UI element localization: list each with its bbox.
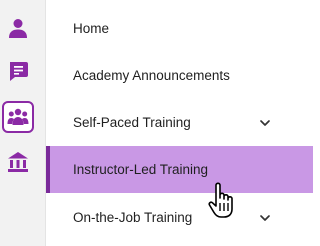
menu-item-label: Home [73,21,110,36]
institution-button[interactable] [2,146,34,178]
messages-button[interactable] [2,55,34,87]
hand-pointer-cursor-icon [208,182,233,218]
menu-item-label: Academy Announcements [73,68,230,83]
menu-item-label: Instructor-Led Training [73,162,209,177]
person-icon [9,19,27,38]
menu-item-self-paced-training[interactable]: Self-Paced Training [46,99,313,146]
chevron-down-icon[interactable] [259,118,271,128]
menu-item-academy-announcements[interactable]: Academy Announcements [46,52,313,99]
group-icon [7,108,29,125]
menu-item-on-the-job-training[interactable]: On-the-Job Training [46,194,313,241]
groups-button[interactable] [2,101,34,133]
icon-rail [0,0,46,246]
chevron-down-icon[interactable] [259,213,271,223]
menu-item-label: Self-Paced Training [73,115,191,130]
menu-item-home[interactable]: Home [46,5,313,52]
institution-icon [8,152,28,172]
profile-button[interactable] [2,12,34,44]
menu-item-instructor-led-training[interactable]: Instructor-Led Training [46,146,313,193]
navigation-menu: Home Academy Announcements Self-Paced Tr… [46,0,313,246]
menu-item-label: On-the-Job Training [73,210,193,225]
chat-icon [10,62,28,81]
